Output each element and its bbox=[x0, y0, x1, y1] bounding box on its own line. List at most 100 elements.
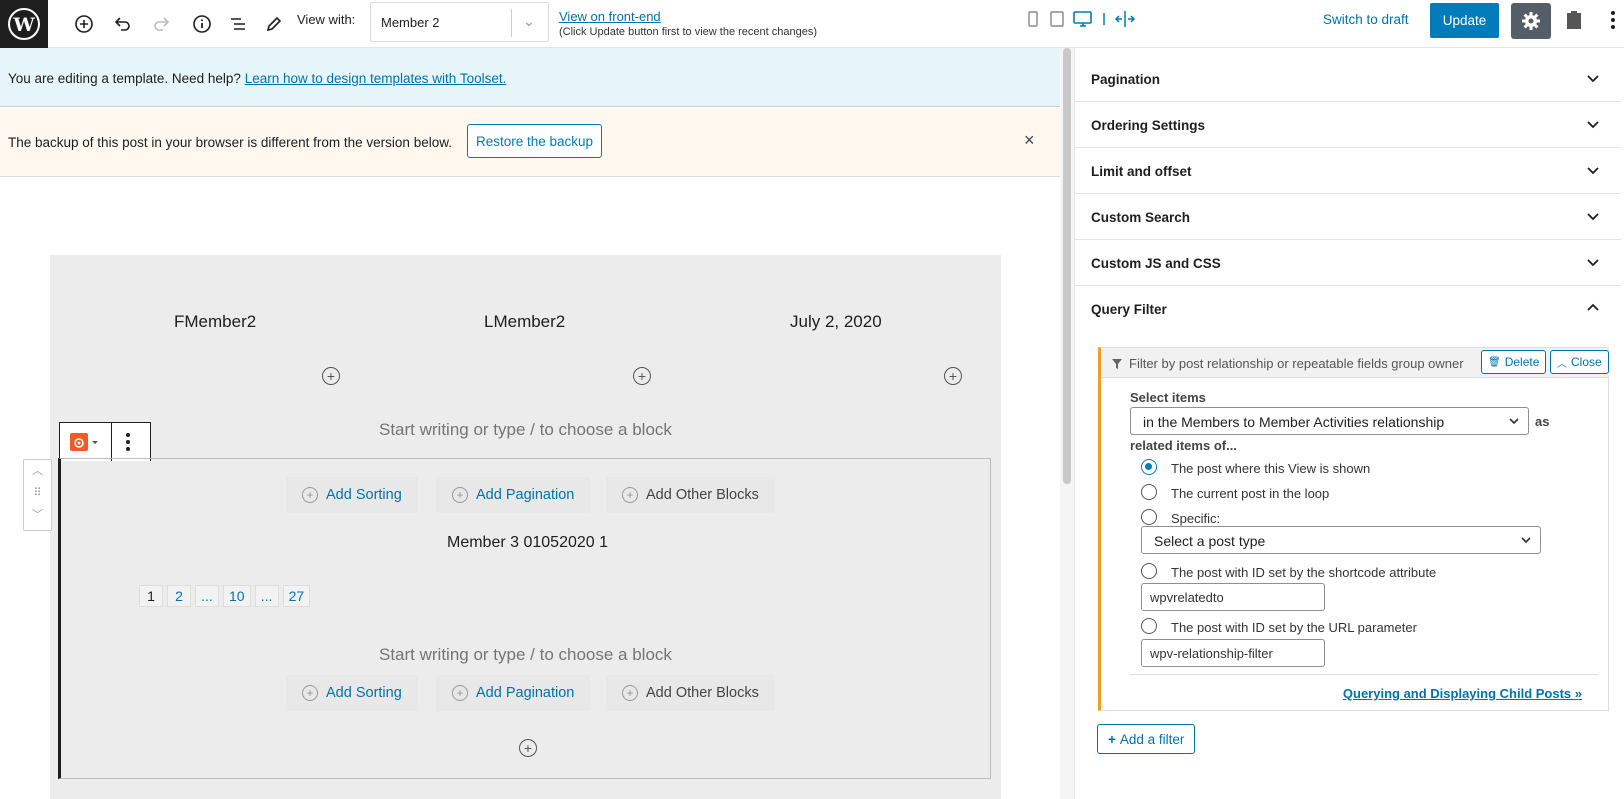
as-label: as bbox=[1535, 414, 1550, 429]
option-label: The post with ID set by the shortcode at… bbox=[1171, 565, 1437, 580]
edit-pencil-icon[interactable] bbox=[258, 8, 290, 40]
close-filter-button[interactable]: ︿ Close bbox=[1550, 350, 1609, 374]
chevron-up-icon: ︿ bbox=[1557, 358, 1567, 370]
toolset-plugin-icon[interactable] bbox=[1562, 8, 1586, 32]
trash-icon: 🗑 bbox=[1488, 356, 1501, 368]
radio-url-parameter[interactable] bbox=[1141, 618, 1157, 634]
chevron-down-icon bbox=[1587, 121, 1599, 129]
settings-gear-icon[interactable] bbox=[1511, 3, 1551, 39]
radio-current-loop-post[interactable] bbox=[1141, 484, 1157, 500]
chevron-down-icon bbox=[1509, 418, 1519, 425]
block-placeholder[interactable]: Start writing or type / to choose a bloc… bbox=[379, 420, 672, 440]
add-block-icon[interactable] bbox=[68, 8, 100, 40]
shortcode-attribute-input[interactable]: wpvrelatedto bbox=[1141, 583, 1325, 611]
block-toolbar bbox=[59, 422, 151, 461]
page-link[interactable]: 10 bbox=[223, 585, 251, 607]
page-link[interactable]: 27 bbox=[282, 585, 311, 607]
plus-circle-icon: + bbox=[452, 487, 468, 503]
block-mover: ︿ ⠿ ﹀ bbox=[23, 459, 52, 531]
backup-notice-text: The backup of this post in your browser … bbox=[8, 135, 452, 150]
url-parameter-input[interactable]: wpv-relationship-filter bbox=[1141, 639, 1325, 667]
add-pagination-button[interactable]: + Add Pagination bbox=[436, 675, 591, 711]
delete-filter-button[interactable]: 🗑 Delete bbox=[1481, 350, 1547, 374]
select-items-label: Select items bbox=[1130, 390, 1206, 405]
width-toggle-icon[interactable] bbox=[1114, 11, 1136, 27]
panel-custom-js-css[interactable]: Custom JS and CSS bbox=[1075, 240, 1621, 286]
view-with-label: View with: bbox=[297, 12, 356, 27]
chevron-down-icon bbox=[1521, 537, 1531, 544]
chevron-down-icon bbox=[1587, 213, 1599, 221]
move-down-icon[interactable]: ﹀ bbox=[24, 504, 51, 526]
restore-backup-button[interactable]: Restore the backup bbox=[467, 124, 603, 158]
view-frontend-link[interactable]: View on front-end bbox=[559, 9, 661, 24]
plus-circle-icon: + bbox=[622, 487, 638, 503]
toolbar-divider bbox=[1103, 13, 1105, 25]
panel-pagination[interactable]: Pagination bbox=[1075, 56, 1621, 102]
add-block-plus-icon[interactable]: + bbox=[519, 739, 537, 757]
child-posts-doc-link[interactable]: Querying and Displaying Child Posts » bbox=[1343, 686, 1582, 701]
desktop-preview-icon[interactable] bbox=[1073, 11, 1093, 27]
view-block-icon[interactable] bbox=[70, 433, 100, 451]
page-link[interactable]: 1 bbox=[139, 585, 163, 607]
block-more-options-icon[interactable] bbox=[124, 432, 132, 452]
page-link[interactable]: 2 bbox=[167, 585, 191, 607]
add-other-blocks-button[interactable]: + Add Other Blocks bbox=[606, 477, 775, 513]
dismiss-notice-icon[interactable]: × bbox=[1024, 130, 1035, 151]
info-icon[interactable] bbox=[186, 8, 218, 40]
view-with-value: Member 2 bbox=[381, 15, 440, 30]
add-other-blocks-button[interactable]: + Add Other Blocks bbox=[606, 675, 775, 711]
add-filter-button[interactable]: + Add a filter bbox=[1097, 724, 1196, 754]
panel-ordering-settings[interactable]: Ordering Settings bbox=[1075, 102, 1621, 148]
chevron-up-icon bbox=[1587, 303, 1599, 311]
more-options-icon[interactable] bbox=[1605, 8, 1621, 32]
editor-header: W View with: Member 2 ⌄ View on front-en… bbox=[0, 0, 1624, 48]
drag-handle-icon[interactable]: ⠿ bbox=[24, 482, 51, 504]
field-first-name: FMember2 bbox=[174, 312, 257, 331]
panel-query-filter[interactable]: Query Filter bbox=[1075, 286, 1621, 332]
template-info-notice: You are editing a template. Need help? L… bbox=[0, 48, 1060, 107]
panel-limit-offset[interactable]: Limit and offset bbox=[1075, 148, 1621, 194]
option-label: The post where this View is shown bbox=[1171, 461, 1371, 476]
panel-custom-search[interactable]: Custom Search bbox=[1075, 194, 1621, 240]
radio-shortcode-attribute[interactable] bbox=[1141, 563, 1157, 579]
view-loop-block[interactable]: + Add Sorting + Add Pagination + Add Other … bbox=[58, 458, 991, 779]
editor-scrollbar[interactable] bbox=[1063, 48, 1071, 484]
view-frontend-note: (Click Update button first to view the r… bbox=[559, 26, 818, 38]
relationship-filter-box: Filter by post relationship or repeatabl… bbox=[1098, 347, 1609, 711]
plus-circle-icon: + bbox=[452, 685, 468, 701]
radio-current-page[interactable] bbox=[1141, 459, 1157, 475]
add-block-plus-icon[interactable]: + bbox=[322, 367, 340, 385]
chevron-down-icon bbox=[1587, 167, 1599, 175]
switch-to-draft-button[interactable]: Switch to draft bbox=[1323, 12, 1409, 27]
move-up-icon[interactable]: ︿ bbox=[24, 460, 51, 482]
backup-notice: The backup of this post in your browser … bbox=[0, 108, 1060, 177]
add-sorting-button[interactable]: + Add Sorting bbox=[286, 675, 418, 711]
learn-templates-link[interactable]: Learn how to design templates with Tools… bbox=[245, 71, 507, 86]
info-notice-text: You are editing a template. Need help? bbox=[8, 71, 241, 86]
add-pagination-button[interactable]: + Add Pagination bbox=[436, 477, 591, 513]
undo-icon[interactable] bbox=[106, 8, 138, 40]
block-navigation-icon[interactable] bbox=[222, 8, 254, 40]
tablet-preview-icon[interactable] bbox=[1049, 11, 1065, 27]
filter-header: Filter by post relationship or repeatabl… bbox=[1101, 348, 1609, 378]
field-date: July 2, 2020 bbox=[790, 312, 882, 331]
redo-icon[interactable] bbox=[146, 8, 178, 40]
mobile-preview-icon[interactable] bbox=[1027, 11, 1039, 27]
option-label: The current post in the loop bbox=[1171, 486, 1330, 501]
relationship-select[interactable]: in the Members to Member Activities rela… bbox=[1130, 407, 1529, 435]
wordpress-logo-icon[interactable]: W bbox=[0, 0, 48, 48]
page-ellipsis: ... bbox=[195, 585, 219, 607]
radio-specific[interactable] bbox=[1141, 509, 1157, 525]
update-button[interactable]: Update bbox=[1430, 3, 1499, 38]
field-last-name: LMember2 bbox=[484, 312, 566, 331]
block-placeholder[interactable]: Start writing or type / to choose a bloc… bbox=[379, 645, 672, 665]
view-with-select[interactable]: Member 2 ⌄ bbox=[370, 2, 549, 42]
add-block-plus-icon[interactable]: + bbox=[944, 367, 962, 385]
post-type-select[interactable]: Select a post type bbox=[1141, 526, 1541, 554]
loop-item-title: Member 3 01052020 1 bbox=[447, 534, 608, 551]
plus-circle-icon: + bbox=[302, 487, 318, 503]
add-block-plus-icon[interactable]: + bbox=[633, 367, 651, 385]
add-sorting-button[interactable]: + Add Sorting bbox=[286, 477, 418, 513]
plus-circle-icon: + bbox=[622, 685, 638, 701]
chevron-down-icon bbox=[1587, 75, 1599, 83]
